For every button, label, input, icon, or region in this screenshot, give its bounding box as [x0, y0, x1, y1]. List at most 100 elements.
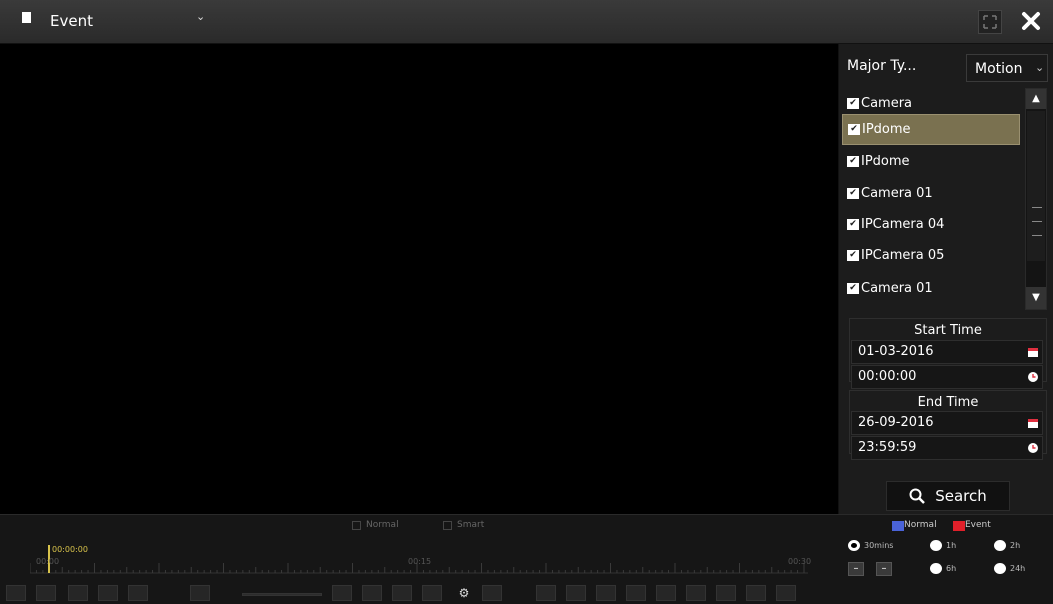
- chevron-down-icon: ⌄: [1035, 61, 1045, 74]
- playback-bar: Normal Smart 00:00:00 00:00 00:15 00:30 …: [0, 514, 1053, 604]
- grip-line: [1032, 221, 1042, 222]
- end-time-heading: End Time: [917, 395, 979, 410]
- filter-button[interactable]: [128, 585, 148, 601]
- major-type-label: Major Ty...: [847, 58, 917, 74]
- menu-icon[interactable]: [22, 12, 31, 23]
- camera-label: Camera: [861, 96, 913, 111]
- scroll-down-icon[interactable]: ▼: [1026, 287, 1046, 309]
- normal-color-swatch: [892, 521, 904, 531]
- previous-day-button[interactable]: [716, 585, 736, 601]
- smart-legend-checkbox[interactable]: [443, 521, 452, 530]
- smart-legend-label: Smart: [457, 520, 485, 530]
- range-6h-label: 6h: [946, 564, 957, 573]
- skip-forward-button[interactable]: [626, 585, 646, 601]
- checkbox-icon: [847, 283, 859, 294]
- tick-label: 00:15: [408, 557, 432, 566]
- close-button[interactable]: [1016, 6, 1046, 36]
- calendar-icon[interactable]: [1028, 347, 1038, 357]
- start-date-field[interactable]: 01-03-2016: [851, 340, 1043, 364]
- camera-label: IPdome: [862, 122, 911, 137]
- zoom-in-button[interactable]: –: [876, 562, 892, 576]
- fullscreen-button[interactable]: [978, 10, 1002, 34]
- grip-line: [1032, 235, 1042, 236]
- stop-button[interactable]: [332, 585, 352, 601]
- camera-list-item[interactable]: Camera 01: [842, 178, 1020, 209]
- tick-label: 00:00: [36, 557, 60, 566]
- event-color-label: Event: [965, 520, 991, 530]
- full-screen-playback-button[interactable]: [776, 585, 796, 601]
- start-date-value: 01-03-2016: [858, 344, 934, 359]
- search-button[interactable]: Search: [886, 481, 1010, 511]
- play-button[interactable]: [422, 585, 442, 601]
- lock-button[interactable]: [36, 585, 56, 601]
- tick-label: 00:30: [788, 557, 812, 566]
- end-time-value: 23:59:59: [858, 440, 917, 455]
- camera-label: IPCamera 05: [861, 248, 945, 263]
- event-color-swatch: [953, 521, 965, 531]
- camera-label: Camera 01: [861, 281, 933, 296]
- camera-list-item[interactable]: IPdome: [842, 146, 1020, 177]
- range-2h-radio[interactable]: [994, 540, 1006, 551]
- checkbox-icon: [847, 98, 859, 109]
- search-label: Search: [935, 487, 987, 505]
- range-30mins-label: 30mins: [864, 541, 894, 550]
- next-file-button[interactable]: [686, 585, 706, 601]
- calendar-icon[interactable]: [1028, 418, 1038, 428]
- title-bar: Event ⌄: [0, 0, 1053, 44]
- major-type-select[interactable]: Motion ⌄: [966, 54, 1048, 82]
- page-title[interactable]: Event: [50, 12, 93, 30]
- next-day-button[interactable]: [746, 585, 766, 601]
- clip-button[interactable]: [6, 585, 26, 601]
- custom-tag-button[interactable]: [98, 585, 118, 601]
- fast-forward-button[interactable]: [566, 585, 586, 601]
- clock-icon[interactable]: [1028, 443, 1038, 453]
- scrollbar-thumb[interactable]: [1027, 111, 1045, 261]
- clock-icon[interactable]: [1028, 372, 1038, 382]
- end-time-field[interactable]: 23:59:59: [851, 436, 1043, 460]
- close-icon: [1022, 12, 1040, 30]
- end-date-value: 26-09-2016: [858, 415, 934, 430]
- tag-button[interactable]: [68, 585, 88, 601]
- video-playback-area[interactable]: [0, 44, 838, 514]
- camera-label: IPCamera 04: [861, 217, 945, 232]
- chevron-down-icon[interactable]: ⌄: [196, 10, 205, 23]
- start-time-heading: Start Time: [914, 323, 982, 338]
- range-30mins-radio[interactable]: [848, 540, 860, 551]
- checkbox-icon: [847, 156, 859, 167]
- reverse-play-button[interactable]: [362, 585, 382, 601]
- slow-forward-button[interactable]: [536, 585, 556, 601]
- volume-slider[interactable]: [242, 593, 322, 596]
- start-time-field[interactable]: 00:00:00: [851, 365, 1043, 389]
- fullscreen-icon: [983, 15, 997, 29]
- camera-list-item[interactable]: IPCamera 04: [842, 209, 1020, 240]
- grip-line: [1032, 207, 1042, 208]
- digital-zoom-button[interactable]: [482, 585, 502, 601]
- range-24h-label: 24h: [1010, 564, 1026, 573]
- range-1h-radio[interactable]: [930, 540, 942, 551]
- normal-legend-checkbox[interactable]: [352, 521, 361, 530]
- checkbox-icon: [847, 188, 859, 199]
- scroll-up-icon[interactable]: ▲: [1026, 89, 1046, 109]
- range-1h-label: 1h: [946, 541, 957, 550]
- checkbox-icon: [847, 250, 859, 261]
- camera-list-item[interactable]: Camera 01: [842, 273, 1020, 304]
- checkbox-icon: [848, 124, 860, 135]
- range-6h-radio[interactable]: [930, 563, 942, 574]
- playback-toolbar: ⚙: [6, 585, 816, 603]
- gear-icon[interactable]: ⚙: [456, 585, 472, 601]
- pause-button[interactable]: [392, 585, 412, 601]
- previous-file-button[interactable]: [656, 585, 676, 601]
- camera-list-scrollbar[interactable]: ▲ ▼: [1025, 88, 1047, 310]
- camera-label: IPdome: [861, 154, 910, 169]
- skip-back-button[interactable]: [596, 585, 616, 601]
- camera-list-item[interactable]: IPCamera 05: [842, 240, 1020, 271]
- camera-list-item[interactable]: IPdome: [842, 114, 1020, 145]
- start-time-value: 00:00:00: [858, 369, 917, 384]
- normal-color-label: Normal: [904, 520, 937, 530]
- audio-icon[interactable]: [190, 585, 210, 601]
- end-date-field[interactable]: 26-09-2016: [851, 411, 1043, 435]
- zoom-out-button[interactable]: –: [848, 562, 864, 576]
- search-panel: Major Ty... Motion ⌄ Camera IPdome IPdom…: [838, 44, 1053, 514]
- range-2h-label: 2h: [1010, 541, 1021, 550]
- range-24h-radio[interactable]: [994, 563, 1006, 574]
